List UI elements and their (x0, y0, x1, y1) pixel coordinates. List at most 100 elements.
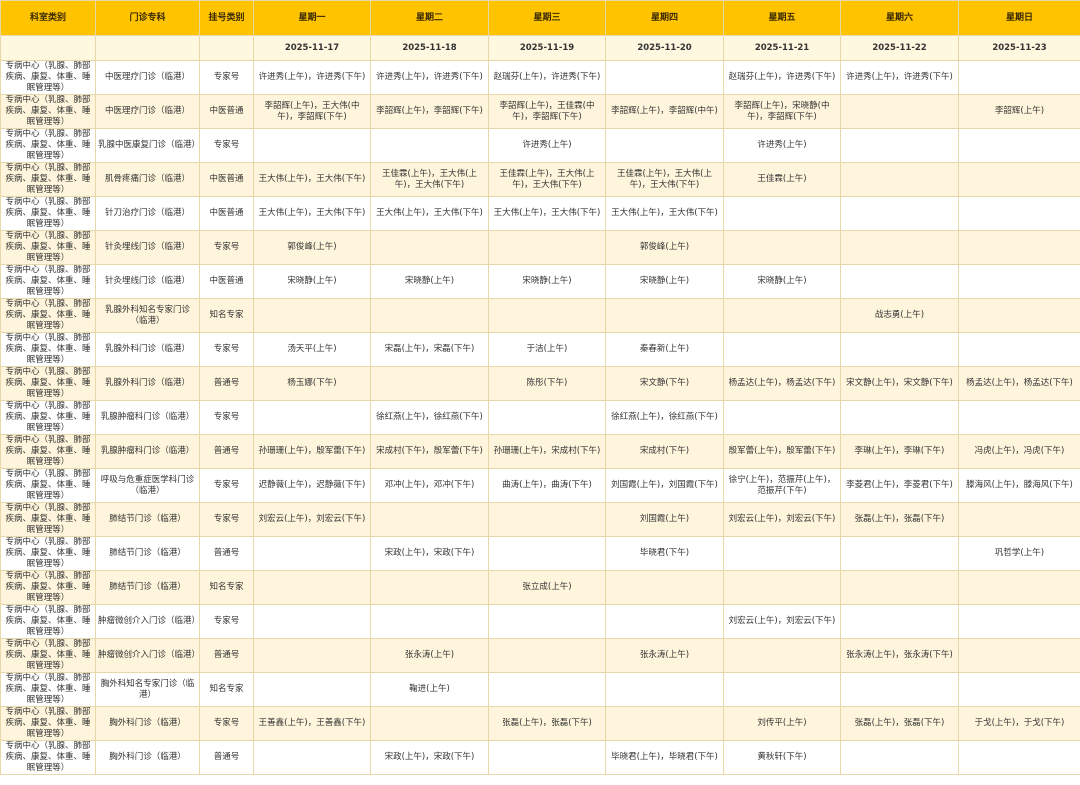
schedule-cell: 宋晓静(上午) (605, 264, 724, 299)
table-row: 专病中心（乳腺、肺部疾病、康复、体重、睡眠管理等） 胸外科门诊（临港） 专家号 王善鑫… (0, 706, 1080, 741)
schedule-cell (605, 706, 724, 741)
schedule-cell (253, 740, 371, 775)
column-header: 星期日 (958, 0, 1080, 36)
schedule-cell (840, 264, 959, 299)
schedule-cell (253, 400, 371, 435)
schedule-cell: 许进秀(上午) (488, 128, 606, 163)
registration-type-cell: 普通号 (199, 434, 254, 469)
registration-type-cell: 专家号 (199, 332, 254, 367)
table-row: 专病中心（乳腺、肺部疾病、康复、体重、睡眠管理等） 乳腺肿瘤科门诊（临港） 普通号孙… (0, 434, 1080, 469)
table-row: 专病中心（乳腺、肺部疾病、康复、体重、睡眠管理等） 肺结节门诊（临港） 普通号 宋政(… (0, 536, 1080, 571)
schedule-cell: 刘宏云(上午)，刘宏云(下午) (253, 502, 371, 537)
schedule-cell: 王善鑫(上午)，王善鑫(下午) (253, 706, 371, 741)
date-cell: 2025-11-18 (370, 35, 489, 61)
dept-category-cell: 专病中心（乳腺、肺部疾病、康复、体重、睡眠管理等） (0, 94, 96, 129)
schedule-cell: 李韶辉(上午)，李韶辉(中午) (605, 94, 724, 129)
clinic-cell: 肺结节门诊（临港） (95, 502, 200, 537)
schedule-cell: 秦春新(上午) (605, 332, 724, 367)
schedule-cell: 毕晓君(下午) (605, 536, 724, 571)
schedule-cell: 张磊(上午)，张磊(下午) (840, 706, 959, 741)
schedule-cell: 王大伟(上午)，王大伟(下午) (605, 196, 724, 231)
schedule-cell (958, 604, 1080, 639)
schedule-cell: 郭俊峰(上午) (253, 230, 371, 265)
schedule-cell (840, 332, 959, 367)
schedule-cell (958, 502, 1080, 537)
schedule-cell (840, 196, 959, 231)
column-header: 星期六 (840, 0, 959, 36)
schedule-cell: 王佳霖(上午) (723, 162, 841, 197)
date-cell: 2025-11-20 (605, 35, 724, 61)
schedule-cell: 李韶辉(上午)，王佳霖(中午)，李韶辉(下午) (488, 94, 606, 129)
schedule-cell (253, 604, 371, 639)
schedule-cell: 宋成村(下午)，殷军蕾(下午) (370, 434, 489, 469)
dept-category-cell: 专病中心（乳腺、肺部疾病、康复、体重、睡眠管理等） (0, 468, 96, 503)
date-cell: 2025-11-19 (488, 35, 606, 61)
column-header: 星期五 (723, 0, 841, 36)
dept-category-cell: 专病中心（乳腺、肺部疾病、康复、体重、睡眠管理等） (0, 570, 96, 605)
schedule-cell: 刘国霞(上午)，刘国霞(下午) (605, 468, 724, 503)
clinic-cell: 中医理疗门诊（临港） (95, 60, 200, 95)
schedule-cell: 宋政(上午)，宋政(下午) (370, 740, 489, 775)
schedule-cell (253, 128, 371, 163)
schedule-cell (488, 672, 606, 707)
table-row: 专病中心（乳腺、肺部疾病、康复、体重、睡眠管理等） 针灸埋线门诊（临港） 中医普通宋… (0, 264, 1080, 299)
schedule-cell (723, 332, 841, 367)
schedule-cell (723, 638, 841, 673)
clinic-cell: 乳腺肿瘤科门诊（临港） (95, 400, 200, 435)
dept-category-cell: 专病中心（乳腺、肺部疾病、康复、体重、睡眠管理等） (0, 128, 96, 163)
clinic-cell: 肿瘤微创介入门诊（临港） (95, 604, 200, 639)
schedule-cell: 宋磊(上午)，宋磊(下午) (370, 332, 489, 367)
schedule-cell (370, 366, 489, 401)
date-cell: 2025-11-21 (723, 35, 841, 61)
schedule-cell (605, 60, 724, 95)
schedule-cell (370, 604, 489, 639)
schedule-cell (605, 604, 724, 639)
schedule-cell: 赵瑞芬(上午)，许进秀(下午) (723, 60, 841, 95)
dept-category-cell: 专病中心（乳腺、肺部疾病、康复、体重、睡眠管理等） (0, 332, 96, 367)
schedule-cell (488, 502, 606, 537)
clinic-cell: 中医理疗门诊（临港） (95, 94, 200, 129)
date-cell: 2025-11-17 (253, 35, 371, 61)
schedule-cell (840, 740, 959, 775)
date-cell (0, 35, 96, 61)
clinic-cell: 乳腺外科门诊（临港） (95, 332, 200, 367)
schedule-cell: 张磊(上午)，张磊(下午) (488, 706, 606, 741)
schedule-cell: 宋晓静(上午) (370, 264, 489, 299)
schedule-cell (370, 570, 489, 605)
schedule-cell: 邓冲(上午)，邓冲(下午) (370, 468, 489, 503)
schedule-cell (253, 298, 371, 333)
schedule-cell: 王大伟(上午)，王大伟(下午) (253, 162, 371, 197)
schedule-cell (958, 230, 1080, 265)
schedule-cell: 李韶辉(上午)，王大伟(中午)，李韶辉(下午) (253, 94, 371, 129)
schedule-cell: 冯虎(上午)，冯虎(下午) (958, 434, 1080, 469)
schedule-cell: 张立成(上午) (488, 570, 606, 605)
schedule-cell: 宋文静(上午)，宋文静(下午) (840, 366, 959, 401)
registration-type-cell: 中医普通 (199, 94, 254, 129)
schedule-cell (370, 706, 489, 741)
schedule-cell (488, 638, 606, 673)
schedule-cell (958, 128, 1080, 163)
schedule-cell: 许进秀(上午)，许进秀(下午) (370, 60, 489, 95)
schedule-cell (253, 570, 371, 605)
schedule-cell: 张永涛(上午)，张永涛(下午) (840, 638, 959, 673)
dept-category-cell: 专病中心（乳腺、肺部疾病、康复、体重、睡眠管理等） (0, 638, 96, 673)
schedule-cell: 巩哲学(上午) (958, 536, 1080, 571)
schedule-cell: 王佳霖(上午)，王大伟(上午)，王大伟(下午) (370, 162, 489, 197)
schedule-cell: 汤天平(上午) (253, 332, 371, 367)
registration-type-cell: 专家号 (199, 604, 254, 639)
schedule-cell (958, 264, 1080, 299)
dept-category-cell: 专病中心（乳腺、肺部疾病、康复、体重、睡眠管理等） (0, 434, 96, 469)
schedule-cell: 迟静薇(上午)，迟静薇(下午) (253, 468, 371, 503)
schedule-cell (370, 298, 489, 333)
schedule-cell (840, 94, 959, 129)
dept-category-cell: 专病中心（乳腺、肺部疾病、康复、体重、睡眠管理等） (0, 230, 96, 265)
schedule-cell: 许进秀(上午) (723, 128, 841, 163)
schedule-cell (840, 230, 959, 265)
clinic-cell: 乳腺外科门诊（临港） (95, 366, 200, 401)
schedule-cell: 徐宁(上午)，范振芹(上午)，范振芹(下午) (723, 468, 841, 503)
schedule-cell (370, 502, 489, 537)
table-row: 专病中心（乳腺、肺部疾病、康复、体重、睡眠管理等） 胸外科门诊（临港） 普通号 宋政(… (0, 740, 1080, 775)
clinic-cell: 肿瘤微创介入门诊（临港） (95, 638, 200, 673)
table-row: 专病中心（乳腺、肺部疾病、康复、体重、睡眠管理等） 乳腺肿瘤科门诊（临港） 专家号 徐… (0, 400, 1080, 435)
schedule-cell: 李韶辉(上午)，李韶辉(下午) (370, 94, 489, 129)
